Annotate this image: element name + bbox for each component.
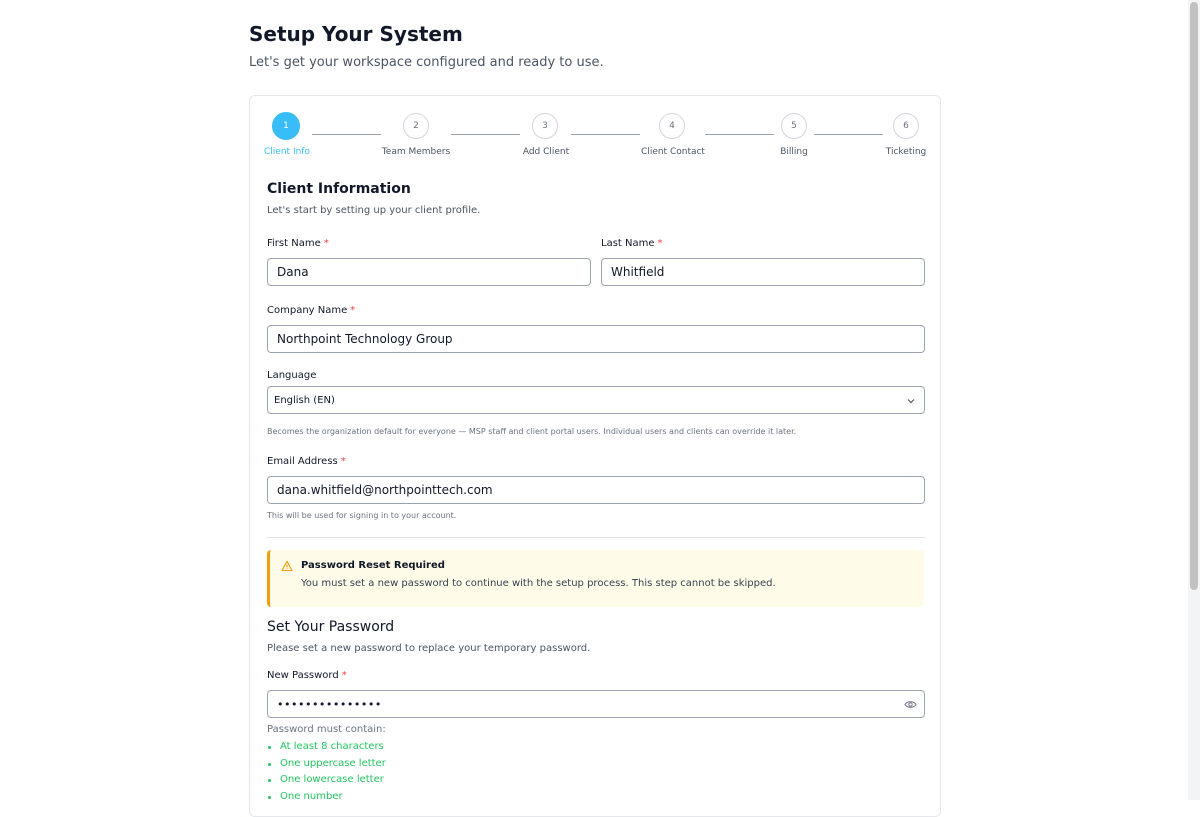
required-marker: * (657, 238, 663, 249)
password-section-title: Set Your Password (267, 619, 395, 635)
email-help: This will be used for signing in to your… (267, 511, 457, 520)
section-divider (267, 537, 925, 538)
step-connector (814, 134, 883, 135)
password-requirement: One number (267, 789, 386, 806)
step-1-circle[interactable]: 1 (272, 112, 300, 140)
password-masked-value: ••••••••••••••• (277, 697, 382, 711)
password-reset-alert: Password Reset Required You must set a n… (267, 550, 924, 607)
required-marker: * (341, 670, 347, 681)
company-name-label-text: Company Name (267, 305, 348, 316)
step-6-circle[interactable]: 6 (893, 113, 919, 139)
page-scrollbar[interactable] (1188, 0, 1200, 800)
email-value: dana.whitfield@northpointtech.com (277, 483, 493, 497)
password-section-description: Please set a new password to replace you… (267, 643, 591, 654)
password-requirements-heading: Password must contain: (267, 724, 386, 735)
password-requirement: One uppercase letter (267, 756, 386, 773)
language-help: Becomes the organization default for eve… (267, 427, 797, 436)
scrollbar-thumb[interactable] (1190, 2, 1198, 590)
password-requirement: At least 8 characters (267, 739, 386, 756)
new-password-label-text: New Password (267, 670, 339, 681)
stepper: 1 2 3 4 5 6 Client Info Team Members Add… (250, 96, 940, 166)
step-connector (451, 134, 520, 135)
step-connector (571, 134, 640, 135)
company-name-input[interactable]: Northpoint Technology Group (267, 325, 925, 353)
client-info-description: Let's start by setting up your client pr… (267, 205, 481, 216)
email-label: Email Address * (267, 456, 346, 467)
step-connector (312, 134, 381, 135)
page-subtitle: Let's get your workspace configured and … (249, 55, 604, 70)
password-requirements-list: At least 8 characters One uppercase lett… (267, 739, 386, 806)
required-marker: * (340, 456, 346, 467)
first-name-label: First Name * (267, 238, 329, 249)
step-5-label: Billing (780, 147, 808, 157)
company-name-value: Northpoint Technology Group (277, 332, 453, 346)
step-3-circle[interactable]: 3 (532, 113, 558, 139)
setup-card: 1 2 3 4 5 6 Client Info Team Members Add… (249, 95, 941, 817)
first-name-value: Dana (277, 265, 309, 279)
step-number: 3 (542, 121, 548, 131)
password-requirement: One lowercase letter (267, 772, 386, 789)
last-name-label-text: Last Name (601, 238, 655, 249)
step-4-circle[interactable]: 4 (659, 113, 685, 139)
step-3-label: Add Client (522, 147, 570, 157)
step-5-circle[interactable]: 5 (781, 113, 807, 139)
step-4-label: Client Contact (641, 147, 705, 157)
email-input[interactable]: dana.whitfield@northpointtech.com (267, 476, 925, 504)
step-2-label: Team Members (381, 147, 451, 157)
step-number: 1 (283, 121, 289, 131)
chevron-down-icon (907, 399, 915, 404)
step-number: 4 (669, 121, 675, 131)
email-label-text: Email Address (267, 456, 338, 467)
language-value: English (EN) (274, 394, 335, 406)
step-1-label: Client Info (264, 147, 310, 157)
client-info-title: Client Information (267, 181, 411, 197)
new-password-input[interactable]: ••••••••••••••• (267, 690, 925, 718)
eye-icon[interactable] (904, 699, 917, 710)
last-name-input[interactable]: Whitfield (601, 258, 925, 286)
required-marker: * (323, 238, 329, 249)
company-name-label: Company Name * (267, 305, 355, 316)
language-select[interactable]: English (EN) (267, 386, 925, 414)
first-name-label-text: First Name (267, 238, 321, 249)
language-label: Language (267, 370, 317, 381)
step-number: 2 (413, 121, 419, 131)
new-password-label: New Password * (267, 670, 347, 681)
last-name-value: Whitfield (611, 265, 665, 279)
first-name-input[interactable]: Dana (267, 258, 591, 286)
alert-message: You must set a new password to continue … (301, 578, 776, 589)
step-2-circle[interactable]: 2 (403, 113, 429, 139)
alert-title: Password Reset Required (301, 560, 445, 571)
last-name-label: Last Name * (601, 238, 663, 249)
step-6-label: Ticketing (885, 147, 927, 157)
page-title: Setup Your System (249, 22, 463, 46)
required-marker: * (350, 305, 356, 316)
warning-triangle-icon (281, 560, 293, 572)
step-number: 6 (903, 121, 909, 131)
step-connector (705, 134, 774, 135)
step-number: 5 (791, 121, 797, 131)
